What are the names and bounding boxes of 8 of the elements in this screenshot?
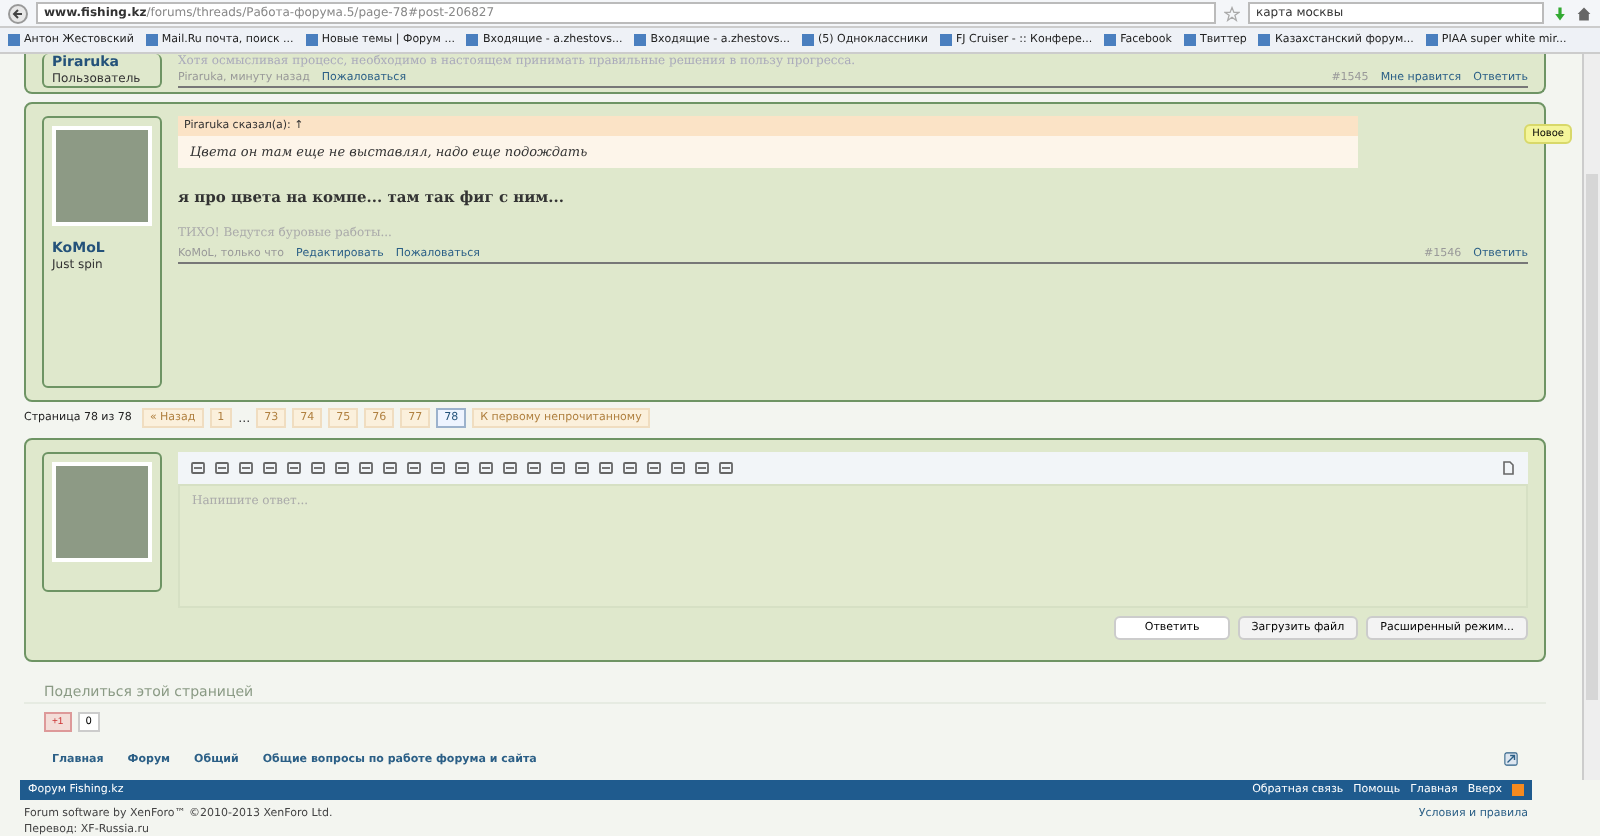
page-icon[interactable]: [1500, 460, 1516, 476]
avatar-photo-placeholder: [52, 462, 152, 562]
download-arrow-icon[interactable]: [1552, 5, 1568, 21]
scrollbar[interactable]: [1582, 54, 1600, 780]
star-icon[interactable]: [1224, 5, 1240, 21]
back-button[interactable]: [8, 3, 28, 23]
avatar-photo-placeholder: [52, 126, 152, 226]
home-icon[interactable]: [1576, 5, 1592, 21]
